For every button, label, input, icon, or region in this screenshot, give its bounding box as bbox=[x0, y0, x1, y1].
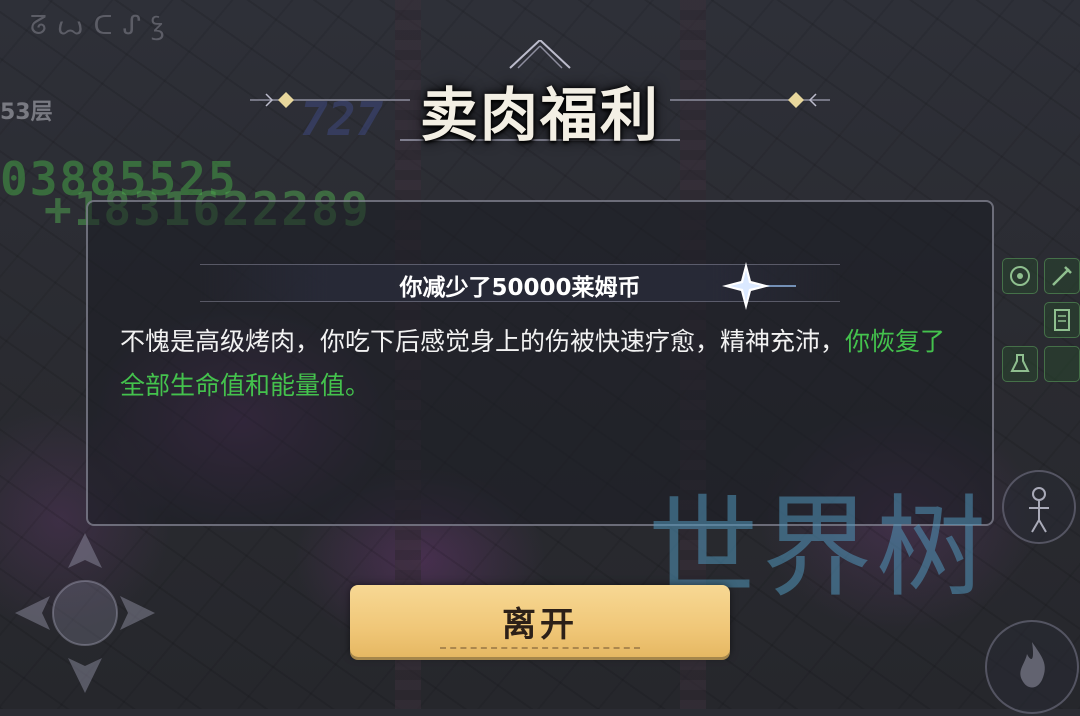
dialog-body: 不愧是高级烤肉，你吃下后感觉身上的伤被快速疗愈，精神充沛，你恢复了全部生命值和能… bbox=[120, 320, 970, 408]
rune-slot-icon[interactable] bbox=[1044, 346, 1080, 382]
potion-icon[interactable] bbox=[1002, 346, 1038, 382]
target-icon[interactable] bbox=[1002, 258, 1038, 294]
flame-icon[interactable] bbox=[985, 620, 1079, 714]
scroll-icon[interactable] bbox=[1044, 302, 1080, 338]
rune-glyphs: ᘔꙍᑕᔑꝣ bbox=[30, 11, 175, 41]
dpad-icon[interactable] bbox=[10, 528, 160, 698]
sparkle-icon bbox=[718, 258, 798, 318]
character-icon[interactable] bbox=[1002, 470, 1076, 544]
body-text-plain: 不愧是高级烤肉，你吃下后感觉身上的伤被快速疗愈，精神充沛， bbox=[120, 327, 846, 356]
button-decoration bbox=[440, 647, 640, 649]
dialog-title: 卖肉福利 bbox=[419, 81, 660, 149]
sword-icon[interactable] bbox=[1044, 258, 1080, 294]
